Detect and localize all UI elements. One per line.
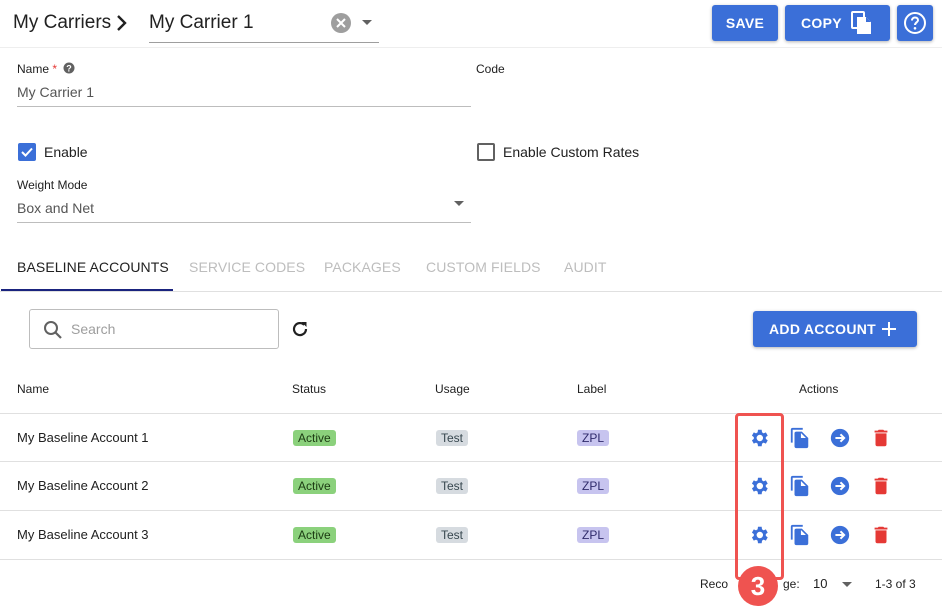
label-badge: ZPL	[577, 527, 610, 543]
add-account-button[interactable]: ADD ACCOUNT	[753, 311, 917, 347]
trash-icon[interactable]	[870, 524, 892, 546]
enable-checkbox-label: Enable	[44, 144, 88, 160]
row-name: My Baseline Account 3	[17, 527, 149, 542]
row-divider	[0, 510, 942, 511]
enable-checkbox[interactable]	[18, 143, 36, 161]
tabs-divider	[0, 291, 942, 292]
plus-icon	[882, 322, 896, 336]
page-size-select[interactable]: 10	[813, 576, 827, 591]
weight-mode-select[interactable]: Box and Net	[17, 200, 94, 216]
trash-icon[interactable]	[870, 475, 892, 497]
dropdown-caret-icon[interactable]	[362, 20, 372, 25]
weight-mode-label: Weight Mode	[17, 178, 88, 192]
svg-text:?: ?	[66, 64, 72, 74]
usage-badge: Test	[436, 527, 469, 543]
status-badge: Active	[293, 527, 336, 543]
refresh-icon[interactable]	[289, 318, 311, 340]
column-header-status[interactable]: Status	[292, 382, 326, 396]
column-header-name[interactable]: Name	[17, 382, 49, 396]
breadcrumb-my-carriers[interactable]: My Carriers	[13, 12, 111, 34]
tab-service-codes[interactable]: SERVICE CODES	[189, 259, 305, 275]
table-header-divider	[0, 413, 942, 414]
tab-baseline-accounts[interactable]: BASELINE ACCOUNTS	[17, 259, 169, 275]
column-header-label[interactable]: Label	[577, 382, 606, 396]
save-button-label: SAVE	[725, 15, 765, 31]
page-size-caret-icon[interactable]	[842, 582, 852, 587]
annotation-highlight-box	[735, 413, 784, 580]
check-icon	[21, 147, 33, 157]
save-button[interactable]: SAVE	[712, 5, 778, 41]
usage-badge: Test	[436, 478, 469, 494]
label-badge: ZPL	[577, 430, 610, 446]
custom-rates-checkbox[interactable]	[477, 143, 495, 161]
copy-button[interactable]: COPY	[785, 5, 890, 41]
name-input-underline	[17, 106, 471, 107]
search-field[interactable]: Search	[29, 309, 279, 349]
pagination-range: 1-3 of 3	[875, 577, 916, 591]
name-input[interactable]: My Carrier 1	[17, 84, 94, 100]
label-badge: ZPL	[577, 478, 610, 494]
arrow-forward-icon[interactable]	[829, 427, 851, 449]
add-account-label: ADD ACCOUNT	[769, 321, 876, 337]
row-divider	[0, 559, 942, 560]
status-badge: Active	[293, 430, 336, 446]
search-placeholder: Search	[71, 321, 116, 337]
row-divider	[0, 461, 942, 462]
row-name: My Baseline Account 2	[17, 478, 149, 493]
clear-icon[interactable]	[331, 13, 351, 33]
records-per-page-label-left: Reco	[700, 577, 729, 591]
copy-icon[interactable]	[789, 427, 811, 449]
column-header-usage[interactable]: Usage	[435, 382, 470, 396]
help-button[interactable]	[897, 5, 933, 41]
copy-icon[interactable]	[789, 524, 811, 546]
tab-packages[interactable]: PACKAGES	[324, 259, 401, 275]
custom-rates-checkbox-label: Enable Custom Rates	[503, 144, 640, 160]
records-per-page-label-right: ge:	[783, 577, 800, 591]
weight-mode-underline	[17, 222, 471, 223]
chevron-right-icon	[117, 15, 127, 31]
name-field-label: Name *	[17, 62, 57, 76]
arrow-forward-icon[interactable]	[829, 475, 851, 497]
tab-custom-fields[interactable]: CUSTOM FIELDS	[426, 259, 541, 275]
copy-icon	[851, 11, 871, 34]
help-icon	[904, 12, 926, 34]
status-badge: Active	[293, 478, 336, 494]
trash-icon[interactable]	[870, 427, 892, 449]
annotation-step-marker: 3	[738, 566, 778, 606]
code-field-label: Code	[476, 62, 505, 76]
weight-mode-caret-icon[interactable]	[454, 201, 464, 206]
usage-badge: Test	[436, 430, 469, 446]
copy-icon[interactable]	[789, 475, 811, 497]
column-header-actions: Actions	[799, 382, 839, 396]
tab-audit[interactable]: AUDIT	[564, 259, 607, 275]
name-label-text: Name	[17, 62, 50, 76]
help-small-icon[interactable]: ?	[63, 62, 75, 74]
required-marker: *	[52, 62, 58, 76]
carrier-select[interactable]: My Carrier 1	[149, 0, 379, 43]
copy-button-label: COPY	[801, 15, 842, 31]
arrow-forward-icon[interactable]	[829, 524, 851, 546]
row-name: My Baseline Account 1	[17, 430, 149, 445]
carrier-select-value: My Carrier 1	[149, 12, 254, 33]
search-icon	[44, 321, 62, 339]
header-bar: My Carriers My Carrier 1 SAVE COPY	[0, 0, 942, 48]
